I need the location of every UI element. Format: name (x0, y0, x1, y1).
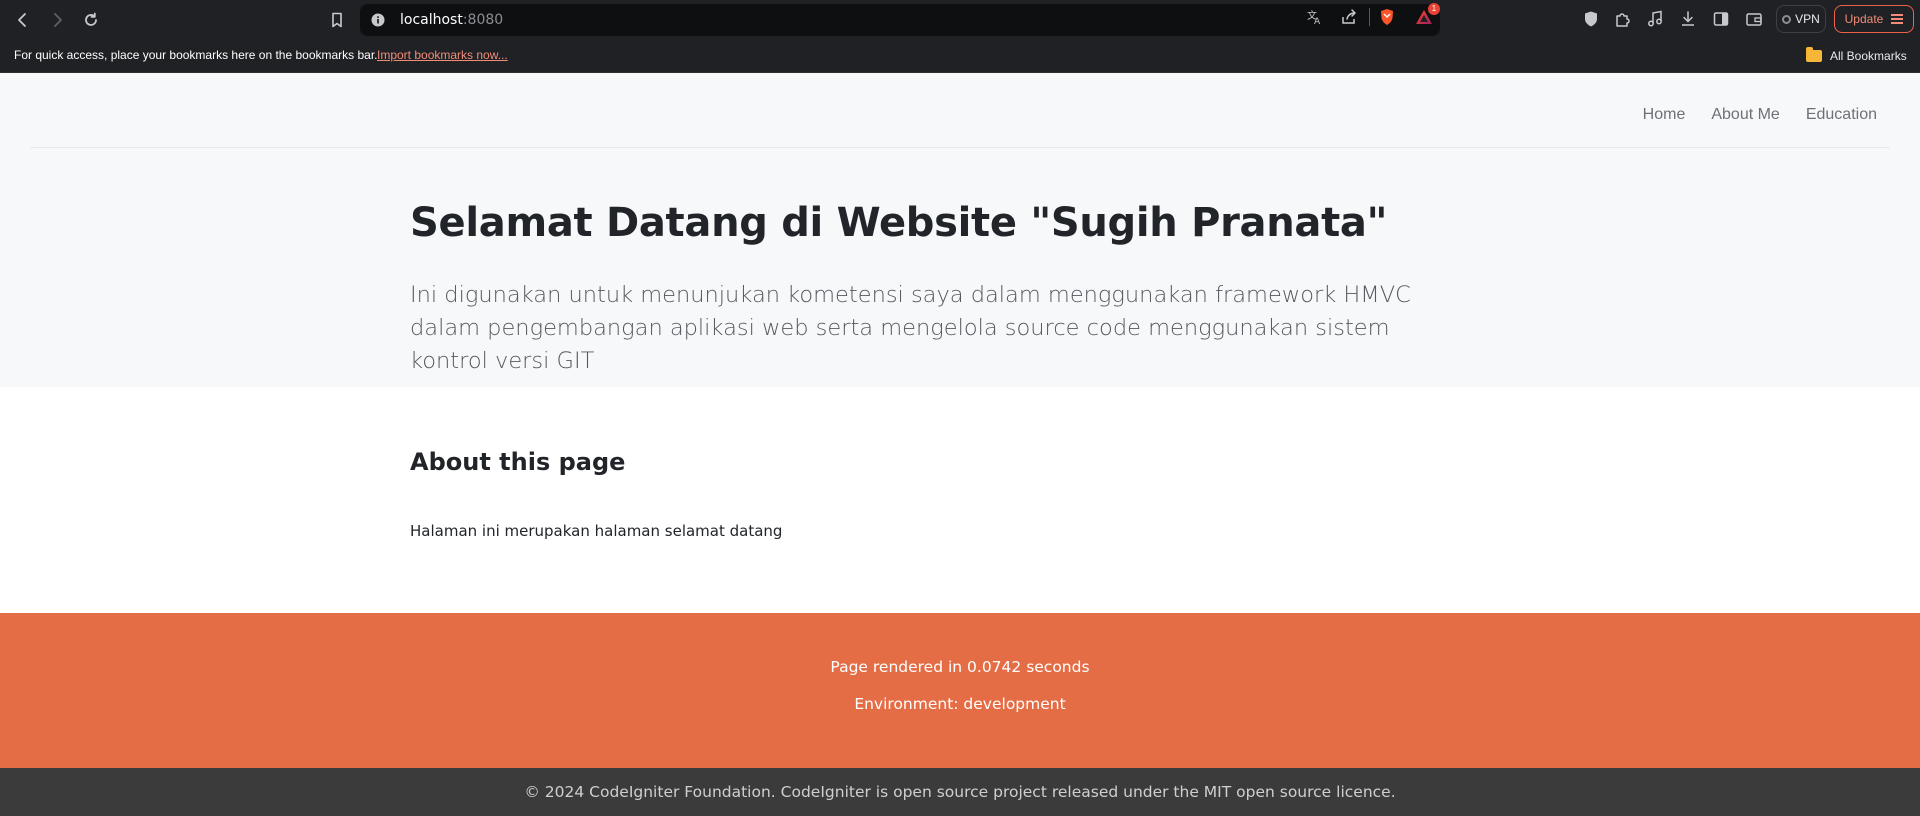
render-time-text: Page rendered in 0.0742 seconds (830, 658, 1090, 676)
copyright-text: © 2024 CodeIgniter Foundation. CodeIgnit… (524, 783, 1396, 801)
nav-divider (30, 147, 1890, 148)
vpn-label: VPN (1795, 12, 1820, 26)
update-button[interactable]: Update (1834, 5, 1914, 33)
translate-icon[interactable]: 文A (1306, 8, 1324, 26)
nav-about-me-link[interactable]: About Me (1711, 106, 1779, 124)
main-nav: Home About Me Education (1643, 106, 1877, 124)
back-icon[interactable] (10, 8, 36, 32)
folder-icon (1806, 47, 1822, 62)
section-heading: About this page (410, 448, 626, 476)
brave-rewards-icon[interactable]: 1 (1414, 3, 1440, 26)
bookmark-icon[interactable] (324, 8, 350, 32)
environment-text: Environment: development (854, 695, 1066, 713)
extensions-icon[interactable] (1614, 10, 1632, 28)
toolbar-divider (1369, 8, 1370, 26)
hero-lead-text: Ini digunakan untuk menunjukan kometensi… (410, 282, 1411, 374)
url-text: localhost:8080 (400, 12, 504, 28)
rewards-badge: 1 (1428, 3, 1440, 15)
all-bookmarks-button[interactable]: All Bookmarks (1806, 46, 1907, 66)
bookmarks-bar: For quick access, place your bookmarks h… (0, 40, 1920, 73)
sidebar-icon[interactable] (1712, 10, 1730, 28)
brave-shields-icon[interactable] (1378, 8, 1396, 26)
vpn-status-icon (1782, 14, 1792, 24)
media-icon[interactable] (1646, 10, 1664, 28)
vpn-button[interactable]: VPN (1776, 5, 1826, 33)
all-bookmarks-label: All Bookmarks (1830, 49, 1907, 63)
svg-text:A: A (1314, 17, 1321, 26)
address-bar[interactable]: localhost:8080 (360, 4, 1440, 36)
menu-icon (1891, 14, 1904, 24)
shield-icon[interactable] (1582, 10, 1600, 28)
browser-toolbar: localhost:8080 文A 1 VPN Update (0, 0, 1920, 40)
nav-education-link[interactable]: Education (1806, 106, 1877, 124)
bookmarks-hint: For quick access, place your bookmarks h… (14, 48, 378, 62)
wallet-icon[interactable] (1745, 10, 1763, 28)
forward-icon[interactable] (44, 8, 70, 32)
share-icon[interactable] (1340, 8, 1358, 26)
reload-icon[interactable] (78, 8, 104, 32)
site-info-icon[interactable] (370, 12, 386, 28)
page-title: Selamat Datang di Website "Sugih Pranata… (410, 200, 1388, 246)
footer: Page rendered in 0.0742 seconds Environm… (0, 613, 1920, 768)
download-icon[interactable] (1679, 10, 1697, 28)
nav-home-link[interactable]: Home (1643, 106, 1686, 124)
web-page: Home About Me Education Selamat Datang d… (0, 73, 1920, 816)
hero-section: Home About Me Education Selamat Datang d… (0, 73, 1920, 387)
section-text: Halaman ini merupakan halaman selamat da… (410, 522, 783, 540)
update-label: Update (1844, 12, 1884, 26)
import-bookmarks-link[interactable]: Import bookmarks now... (377, 48, 508, 62)
copyright-bar: © 2024 CodeIgniter Foundation. CodeIgnit… (0, 768, 1920, 816)
